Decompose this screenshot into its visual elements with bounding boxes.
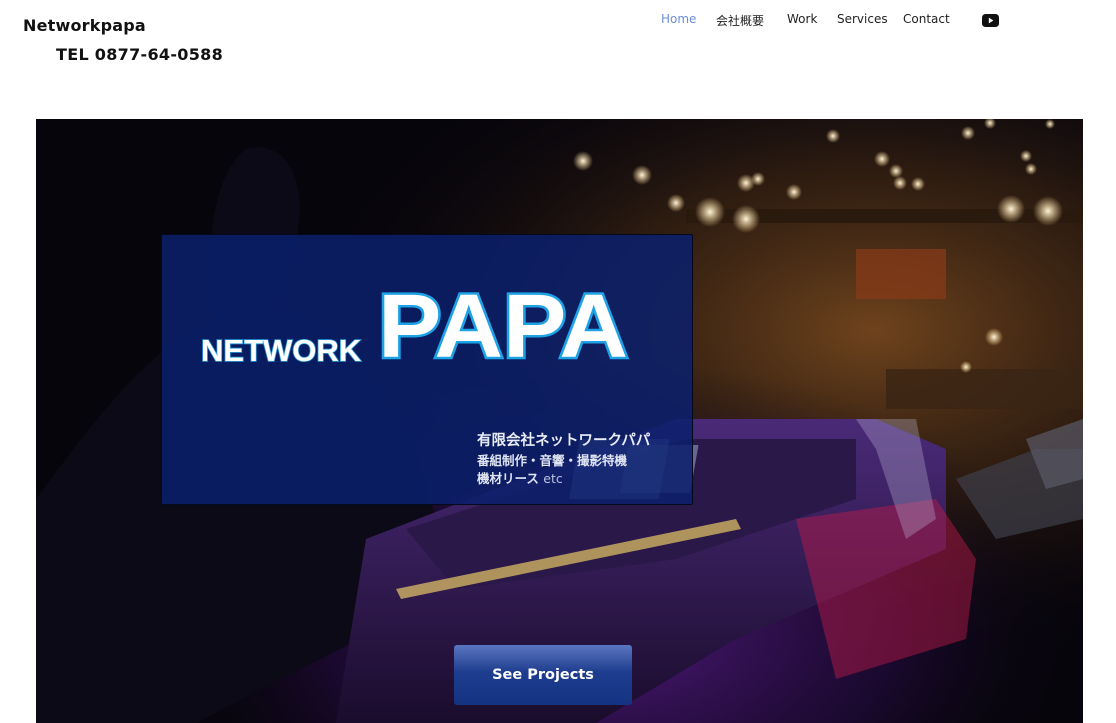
youtube-icon[interactable] xyxy=(982,14,999,27)
nav-item-work[interactable]: Work xyxy=(787,12,817,26)
hero-section: NETWORK PAPA 有限会社ネットワークパパ 番組制作・音響・撮影特機 機… xyxy=(36,119,1083,723)
nav-item-home[interactable]: Home xyxy=(661,12,696,26)
company-name: 有限会社ネットワークパパ xyxy=(477,433,651,449)
logo-card: NETWORK PAPA 有限会社ネットワークパパ 番組制作・音響・撮影特機 機… xyxy=(161,234,693,505)
nav-item-contact[interactable]: Contact xyxy=(903,12,950,26)
nav-item-services[interactable]: Services xyxy=(837,12,888,26)
lease-line: 機材リース etc xyxy=(477,468,563,487)
services-line: 番組制作・音響・撮影特機 xyxy=(477,453,628,468)
nav-item-company[interactable]: 会社概要 xyxy=(716,12,764,29)
etc-text: etc xyxy=(543,471,563,486)
site-name[interactable]: Networkpapa xyxy=(23,16,146,35)
phone-number: TEL 0877-64-0588 xyxy=(56,45,224,64)
see-projects-button[interactable]: See Projects xyxy=(454,645,632,705)
svg-text:PAPA: PAPA xyxy=(378,289,628,369)
network-papa-logo: NETWORK PAPA xyxy=(200,289,630,369)
lease-text: 機材リース xyxy=(477,471,539,486)
svg-text:NETWORK: NETWORK xyxy=(201,333,362,368)
page: Networkpapa TEL 0877-64-0588 Home 会社概要 W… xyxy=(0,0,1116,723)
